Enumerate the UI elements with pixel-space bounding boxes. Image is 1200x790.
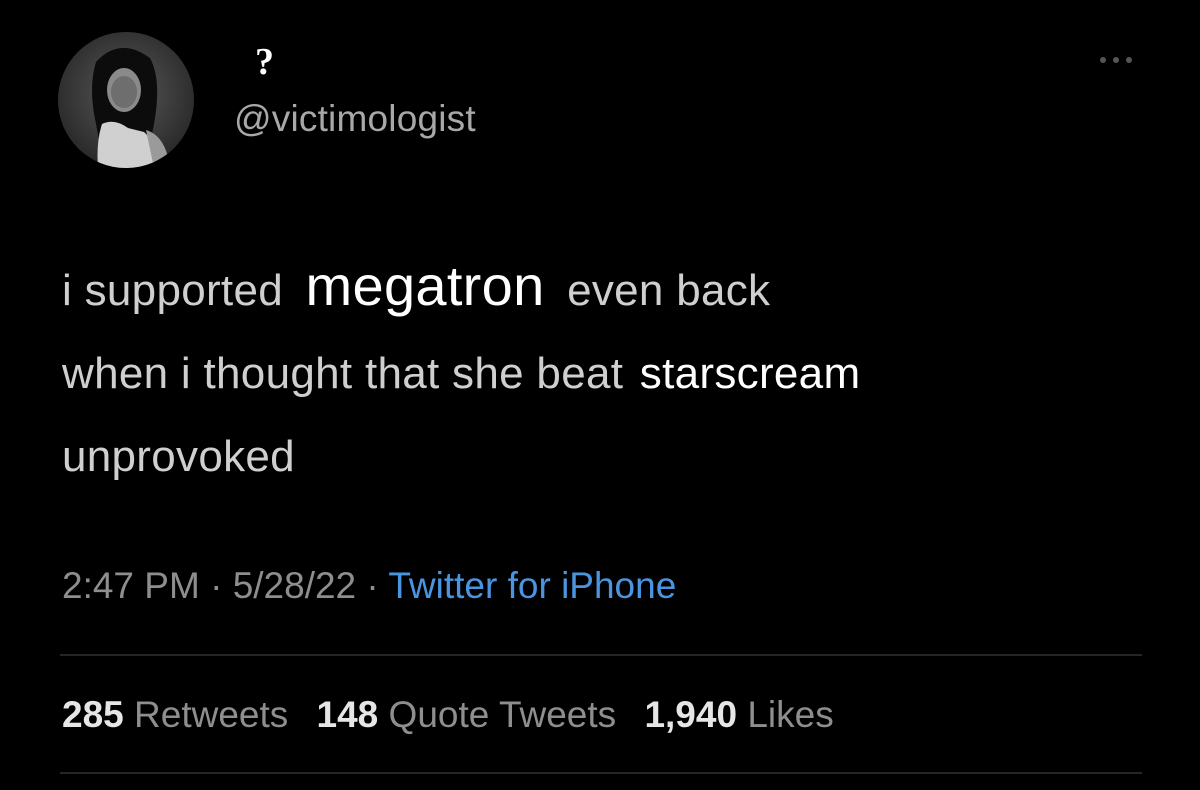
retweets-label: Retweets <box>134 694 289 735</box>
quotes-count: 148 <box>316 694 379 735</box>
meta-separator: · <box>366 565 379 606</box>
user-handle[interactable]: @victimologist <box>234 98 476 140</box>
more-dot <box>1100 57 1106 63</box>
tweet: ? @victimologist i supported megatron ev… <box>0 0 1200 790</box>
tweet-text-segment: i supported <box>62 266 284 315</box>
likes-count: 1,940 <box>644 694 738 735</box>
more-options-icon[interactable] <box>1088 52 1144 68</box>
tweet-text-segment: when i thought that she beat <box>62 349 624 398</box>
tweet-metadata: 2:47 PM · 5/28/22 · Twitter for iPhone <box>62 565 676 607</box>
quotes-label: Quote Tweets <box>388 694 617 735</box>
quote-tweets-stat[interactable]: 148 Quote Tweets <box>317 694 617 735</box>
tweet-text-line: unprovoked <box>62 432 295 481</box>
meta-separator: · <box>210 565 223 606</box>
retweets-count: 285 <box>62 694 124 735</box>
likes-label: Likes <box>747 694 834 735</box>
more-dot <box>1113 57 1119 63</box>
tweet-text-line: when i thought that she beat starscream <box>62 332 1192 415</box>
tweet-text-segment: even back <box>567 266 771 315</box>
avatar-image <box>58 32 194 168</box>
highlighted-word: megatron <box>295 254 555 317</box>
tweet-source-link[interactable]: Twitter for iPhone <box>388 565 676 606</box>
divider <box>60 772 1142 774</box>
likes-stat[interactable]: 1,940 Likes <box>644 694 833 735</box>
tweet-stats: 285 Retweets 148 Quote Tweets 1,940 Like… <box>62 694 834 736</box>
tweet-text: i supported megatron even back when i th… <box>62 244 1192 498</box>
tweet-time[interactable]: 2:47 PM <box>62 565 200 606</box>
tweet-text-line: i supported megatron even back <box>62 244 1192 332</box>
retweets-stat[interactable]: 285 Retweets <box>62 694 288 735</box>
tweet-date[interactable]: 5/28/22 <box>233 565 356 606</box>
display-name[interactable]: ? <box>255 40 274 84</box>
divider <box>60 654 1142 656</box>
highlighted-word: starscream <box>635 349 865 398</box>
avatar[interactable] <box>58 32 194 168</box>
more-dot <box>1126 57 1132 63</box>
